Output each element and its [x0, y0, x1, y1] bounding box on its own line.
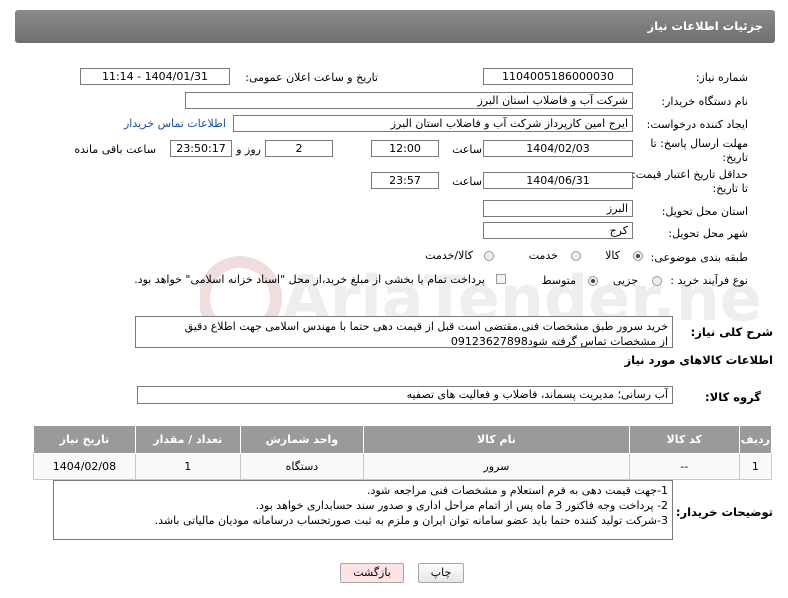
- days-field: 2: [265, 140, 333, 157]
- print-button[interactable]: چاپ: [418, 563, 464, 583]
- table-row: 1 -- سرور دستگاه 1 1404/02/08: [33, 453, 773, 480]
- description-line-2: از مشخصات تماس گرفته شود09123627898: [450, 335, 668, 348]
- goods-group-field: آب رسانی؛ مدیریت پسماند، فاضلاب و فعالیت…: [137, 386, 673, 404]
- description-line-1: خرید سرور طبق مشخصات فنی.مقتضی است قبل ا…: [184, 320, 668, 333]
- remaining-label: ساعت باقی مانده: [74, 143, 156, 156]
- deadline-label: مهلت ارسال پاسخ: تا: [650, 137, 748, 150]
- category-label: طبقه بندی موضوعی:: [650, 251, 748, 264]
- deadline-time-label: ساعت: [452, 143, 482, 156]
- buyer-notes-label: توضیحات خریدار:: [675, 505, 773, 519]
- remaining-time-field: 23:50:17: [170, 140, 232, 157]
- validity-label: حداقل تاریخ اعتبار قیمت:: [632, 168, 748, 181]
- validity-date-field: 1404/06/31: [483, 172, 633, 189]
- buyer-org-field: شرکت آب و فاضلاب استان البرز: [185, 92, 633, 109]
- requester-label: ایجاد کننده درخواست:: [646, 118, 748, 131]
- city-label: شهر محل تحویل:: [668, 227, 748, 240]
- announce-label: تاریخ و ساعت اعلان عمومی:: [245, 71, 378, 84]
- announce-field: 1404/01/31 - 11:14: [80, 68, 230, 85]
- cell-row: 1: [738, 453, 773, 480]
- buyer-note-3: 3-شرکت تولید کننده حتما باید عضو سامانه …: [154, 514, 668, 527]
- city-field: کرج: [483, 222, 633, 239]
- cell-code: --: [628, 453, 740, 480]
- validity-time-field: 23:57: [371, 172, 439, 189]
- page-title: جزئیات اطلاعات نیاز: [647, 19, 763, 33]
- col-code: کد کالا: [628, 425, 740, 454]
- treasury-payment-note: پرداخت تمام یا بخشی از مبلغ خرید،از محل …: [134, 273, 485, 286]
- deadline-date-field: 1404/02/03: [483, 140, 633, 157]
- cell-date: 1404/02/08: [33, 453, 136, 480]
- process-radio-minor[interactable]: [652, 276, 662, 286]
- process-option-medium: متوسط: [541, 274, 576, 287]
- province-label: استان محل تحویل:: [661, 205, 748, 218]
- col-name: نام کالا: [363, 425, 630, 454]
- category-radio-goods-service[interactable]: [484, 251, 494, 261]
- cell-qty: 1: [134, 453, 241, 480]
- process-option-minor: جزیی: [612, 274, 638, 287]
- need-number-field: 1104005186000030: [483, 68, 633, 85]
- category-radio-service[interactable]: [571, 251, 581, 261]
- category-radio-goods[interactable]: [633, 251, 643, 261]
- category-option-service: خدمت: [528, 249, 558, 262]
- process-label: نوع فرآیند خرید :: [670, 274, 748, 287]
- buyer-note-2: 2- پرداخت وجه فاکتور 3 ماه پس از اتمام م…: [255, 499, 668, 512]
- buyer-contact-link[interactable]: اطلاعات تماس خریدار: [124, 117, 226, 130]
- cell-name: سرور: [363, 453, 630, 480]
- goods-group-label: گروه کالا:: [705, 390, 761, 404]
- province-field: البرز: [483, 200, 633, 217]
- goods-table-header: ردیف کد کالا نام کالا واحد شمارش تعداد /…: [33, 425, 773, 454]
- col-row: ردیف: [738, 425, 773, 454]
- cell-unit: دستگاه: [239, 453, 365, 480]
- goods-section-title: اطلاعات کالاهای مورد نیاز: [624, 353, 773, 367]
- validity-time-label: ساعت: [452, 175, 482, 188]
- category-option-goods: کالا: [605, 249, 620, 262]
- back-button[interactable]: بازگشت: [340, 563, 404, 583]
- description-textarea: خرید سرور طبق مشخصات فنی.مقتضی است قبل ا…: [135, 316, 673, 348]
- process-radio-medium[interactable]: [588, 276, 598, 286]
- deadline-label-2: تاریخ:: [722, 151, 748, 164]
- buyer-note-1: 1-جهت قیمت دهی به فرم استعلام و مشخصات ف…: [366, 484, 668, 497]
- deadline-time-field: 12:00: [371, 140, 439, 157]
- goods-table: ردیف کد کالا نام کالا واحد شمارش تعداد /…: [33, 425, 773, 480]
- treasury-payment-checkbox[interactable]: [496, 274, 506, 284]
- validity-label-2: تا تاریخ:: [712, 182, 748, 195]
- buyer-org-label: نام دستگاه خریدار:: [661, 95, 748, 108]
- col-unit: واحد شمارش: [239, 425, 365, 454]
- col-qty: تعداد / مقدار: [134, 425, 241, 454]
- requester-field: ایرج امین کارپرداز شرکت آب و فاضلاب استا…: [233, 115, 633, 132]
- buyer-notes-textarea: 1-جهت قیمت دهی به فرم استعلام و مشخصات ف…: [53, 480, 673, 540]
- col-date: تاریخ نیاز: [33, 425, 136, 454]
- category-option-goods-service: کالا/خدمت: [425, 249, 473, 262]
- need-number-label: شماره نیاز:: [695, 71, 748, 84]
- days-label: روز و: [236, 143, 261, 156]
- page-header: جزئیات اطلاعات نیاز: [15, 10, 775, 43]
- description-label: شرح کلی نیاز:: [690, 325, 773, 339]
